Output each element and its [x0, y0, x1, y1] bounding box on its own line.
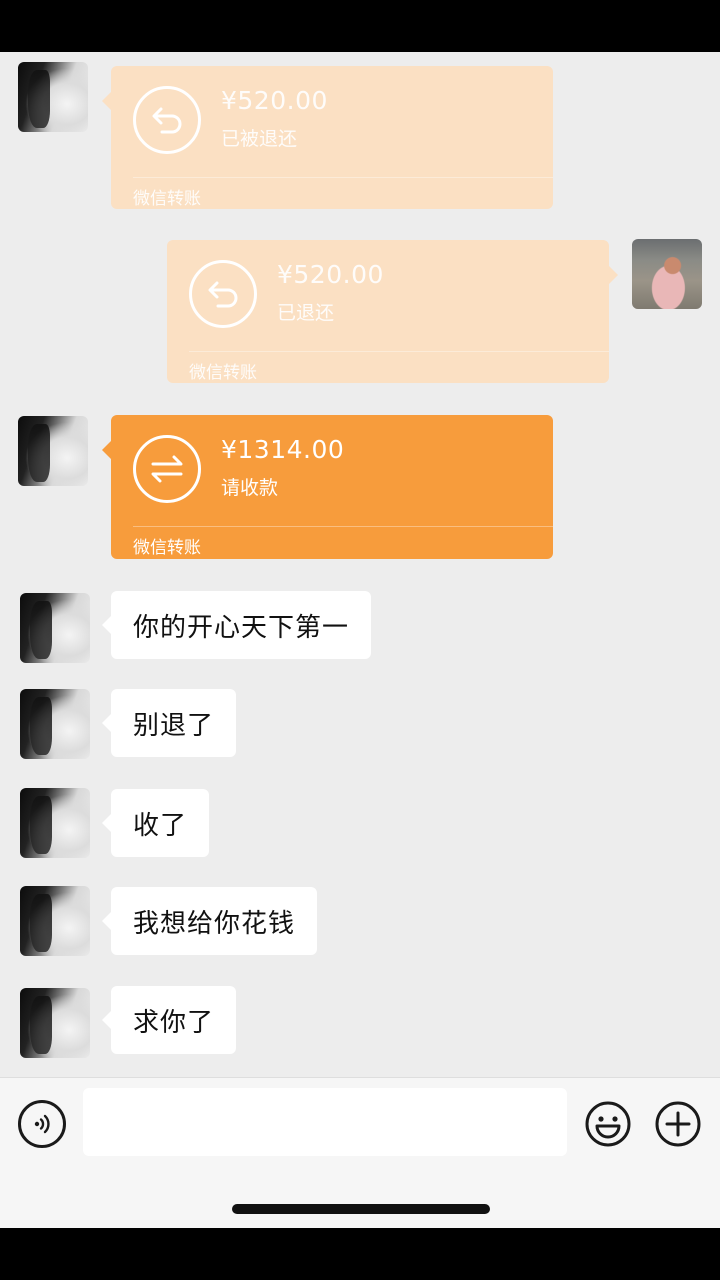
- bubble-tail: [102, 714, 111, 732]
- transfer-status: 已被退还: [221, 128, 298, 150]
- emoji-icon[interactable]: [584, 1100, 632, 1148]
- transfer-card-refunded-incoming[interactable]: ¥520.00 已被退还 微信转账: [102, 66, 553, 209]
- message-text: 收了: [133, 810, 188, 841]
- transfer-amount: ¥1314.00: [221, 435, 345, 464]
- transfer-source-label: 微信转账: [133, 189, 201, 209]
- transfer-divider: [133, 177, 553, 178]
- contact-avatar[interactable]: [18, 416, 88, 486]
- transfer-status: 请收款: [221, 477, 279, 499]
- message-text: 别退了: [133, 710, 215, 741]
- text-message[interactable]: 别退了: [102, 689, 237, 757]
- transfer-divider: [189, 351, 609, 352]
- bottom-letterbox: [0, 1228, 720, 1280]
- message-text: 求你了: [133, 1007, 215, 1038]
- contact-avatar[interactable]: [20, 788, 90, 858]
- message-text: 我想给你花钱: [133, 908, 296, 939]
- refund-arrow-icon: [189, 260, 257, 328]
- my-avatar[interactable]: [632, 239, 702, 309]
- contact-avatar[interactable]: [20, 593, 90, 663]
- transfer-source-label: 微信转账: [133, 538, 201, 558]
- transfer-card-refunded-outgoing[interactable]: ¥520.00 已退还 微信转账: [167, 240, 618, 383]
- chat-screen: ¥520.00 已被退还 微信转账 ¥520.00 已退还 微信转账 ¥1314…: [0, 52, 720, 1228]
- bubble-tail: [102, 441, 111, 459]
- bubble-tail: [102, 1011, 111, 1029]
- transfer-amount: ¥520.00: [221, 86, 328, 115]
- transfer-status: 已退还: [277, 302, 335, 324]
- contact-avatar[interactable]: [20, 988, 90, 1058]
- chat-input-bar: [0, 1077, 720, 1228]
- contact-avatar[interactable]: [20, 886, 90, 956]
- contact-avatar[interactable]: [18, 62, 88, 132]
- bubble-tail: [102, 616, 111, 634]
- text-message[interactable]: 收了: [102, 789, 210, 857]
- text-message[interactable]: 我想给你花钱: [102, 887, 318, 955]
- transfer-card-pending[interactable]: ¥1314.00 请收款 微信转账: [102, 415, 553, 559]
- transfer-arrows-icon: [133, 435, 201, 503]
- contact-avatar[interactable]: [20, 689, 90, 759]
- voice-icon[interactable]: [18, 1100, 66, 1148]
- transfer-amount: ¥520.00: [277, 260, 384, 289]
- bubble-tail: [102, 814, 111, 832]
- bubble-tail: [609, 266, 618, 284]
- bubble-tail: [102, 912, 111, 930]
- text-message[interactable]: 你的开心天下第一: [102, 591, 372, 659]
- home-indicator[interactable]: [232, 1204, 490, 1214]
- bubble-tail: [102, 92, 111, 110]
- plus-icon[interactable]: [654, 1100, 702, 1148]
- text-message[interactable]: 求你了: [102, 986, 237, 1054]
- message-text: 你的开心天下第一: [133, 612, 350, 643]
- top-letterbox: [0, 0, 720, 52]
- refund-arrow-icon: [133, 86, 201, 154]
- message-input[interactable]: [83, 1088, 567, 1156]
- transfer-source-label: 微信转账: [189, 363, 257, 383]
- transfer-divider: [133, 526, 553, 527]
